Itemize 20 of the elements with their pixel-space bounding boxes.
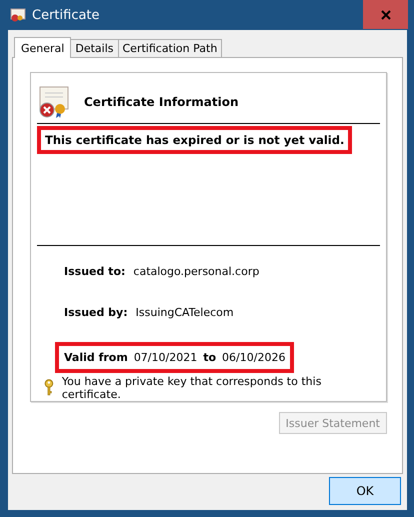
certificate-icon xyxy=(10,8,26,22)
field-label: Issued to: xyxy=(64,265,126,278)
tab[interactable]: General xyxy=(14,37,72,58)
tab[interactable]: Certification Path xyxy=(118,39,222,57)
field-label: to xyxy=(203,350,216,364)
field-value: IssuingCATelecom xyxy=(136,306,234,319)
certificate-error-icon xyxy=(37,85,71,119)
private-key-note: You have a private key that corresponds to this certificate. xyxy=(62,374,322,401)
section-heading: Certificate Information xyxy=(84,95,238,109)
close-button[interactable] xyxy=(363,0,408,29)
date-value: 07/10/2021 xyxy=(134,350,198,364)
window-title: Certificate xyxy=(32,8,100,22)
close-icon xyxy=(380,10,390,20)
field-value: catalogo.personal.corp xyxy=(133,265,260,278)
field-label: Issued by: xyxy=(64,306,128,319)
date-value: 06/10/2026 xyxy=(222,350,286,364)
key-icon xyxy=(44,379,54,396)
ok-button[interactable]: OK xyxy=(329,477,401,505)
status-message: This certificate has expired or is not yet valid. xyxy=(37,126,352,154)
field-label: Valid from xyxy=(64,350,128,364)
